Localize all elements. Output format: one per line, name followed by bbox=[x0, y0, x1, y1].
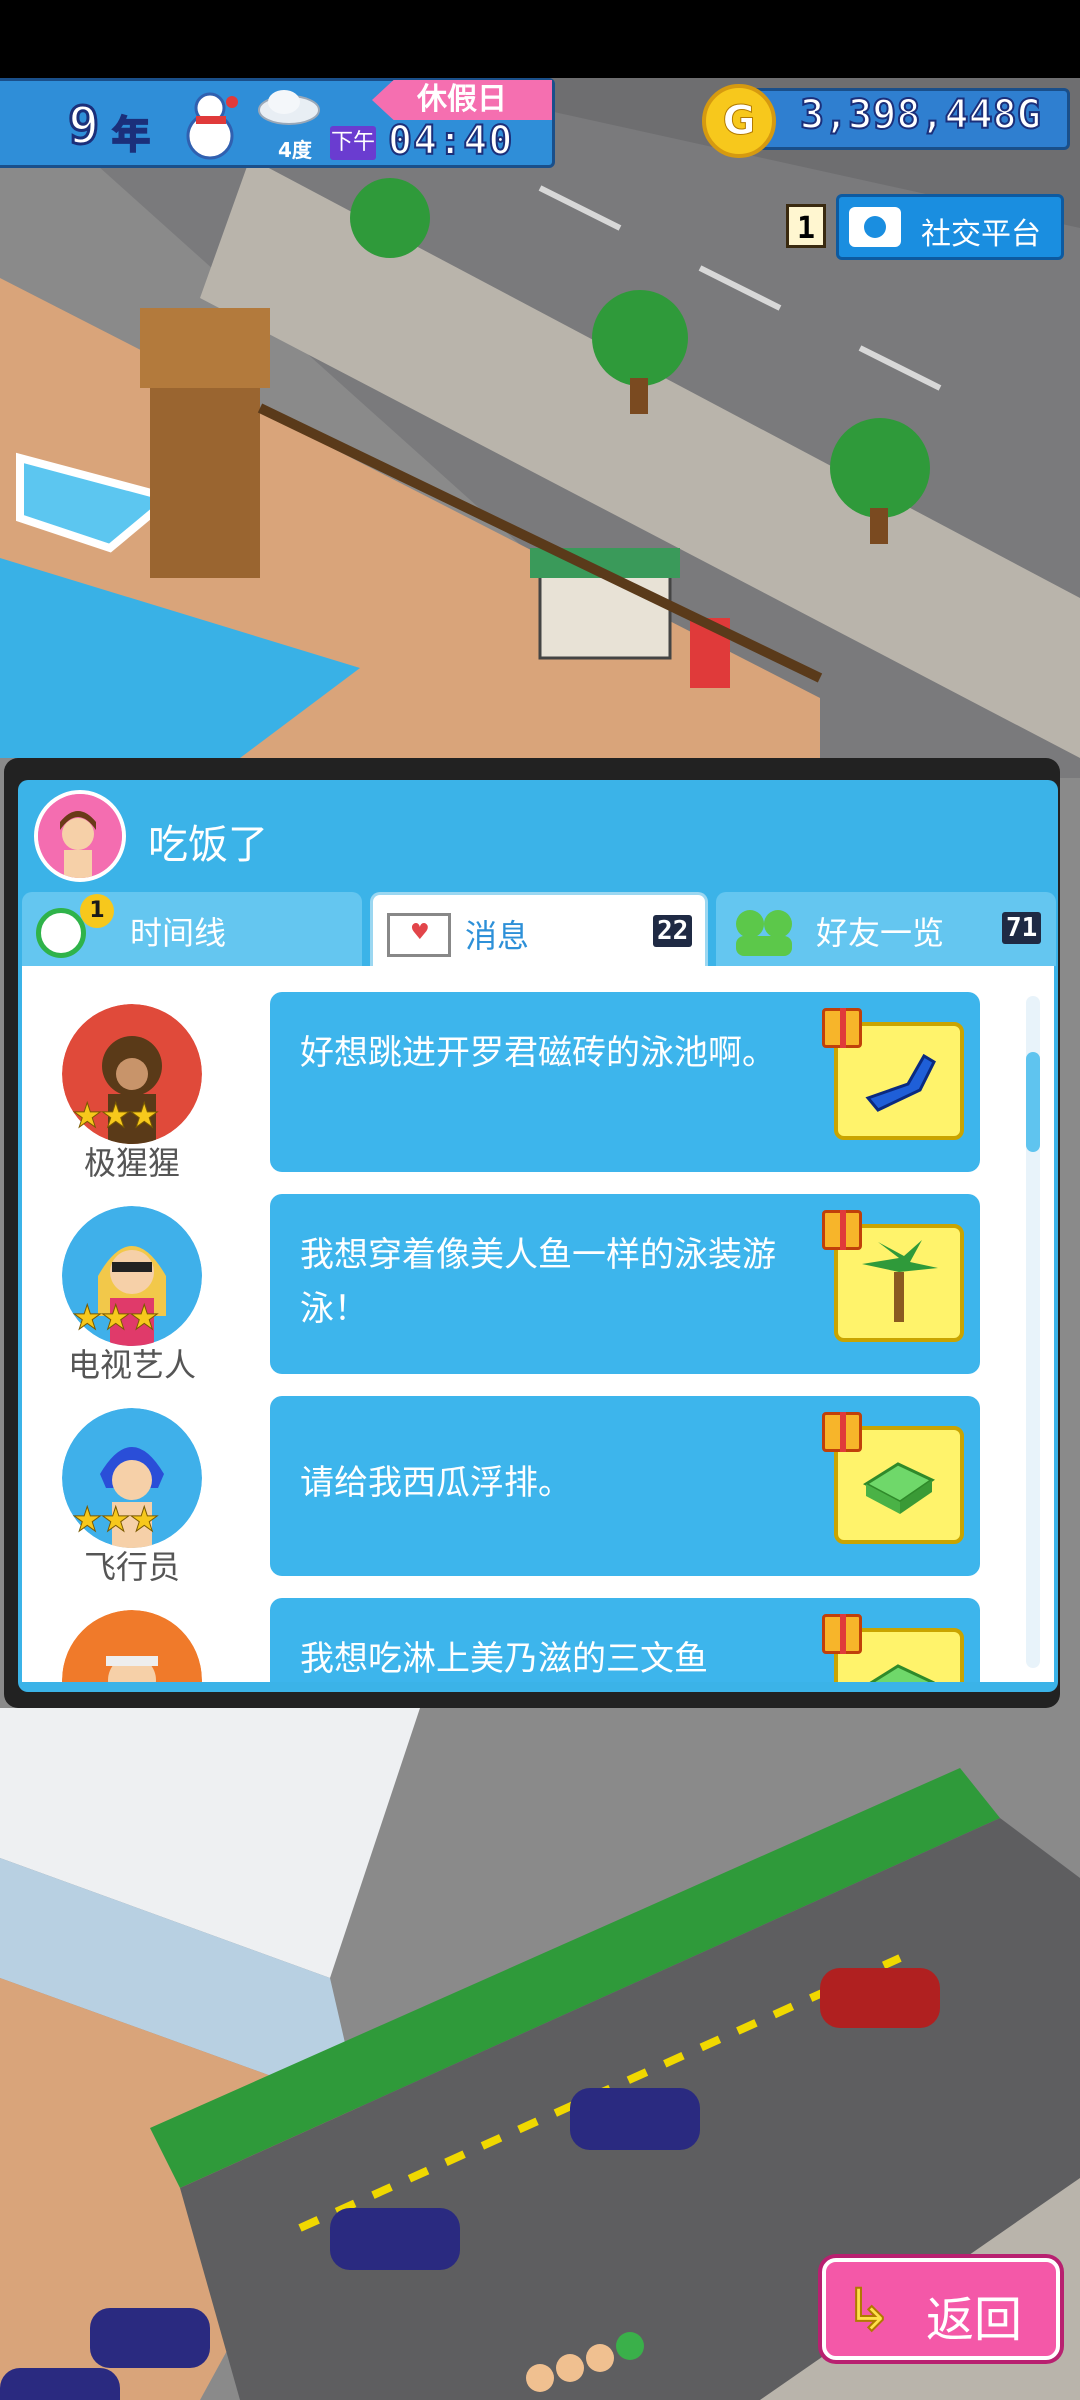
sender-name: 极猩猩 bbox=[83, 1144, 180, 1182]
tab-messages-count: 22 bbox=[653, 915, 693, 947]
gift-box-icon bbox=[822, 1210, 862, 1250]
panel-title: 吃饭了 bbox=[148, 822, 268, 868]
message-text: 请给我西瓜浮排。 bbox=[300, 1463, 572, 1503]
sender-name: 飞行员 bbox=[83, 1548, 180, 1586]
message-list[interactable]: ★★★ 极猩猩 好想跳进开罗君磁砖的泳池啊。 ★★★ 电视艺人 我想穿着像美人鱼… bbox=[22, 966, 1054, 1682]
list-item[interactable]: 我想吃淋上美乃滋的三文鱼 bbox=[22, 1598, 1022, 1682]
message-text: 我想穿着像美人鱼一样的泳装游泳！ bbox=[300, 1235, 776, 1329]
star-rating: ★★★ bbox=[71, 1500, 159, 1541]
back-button[interactable]: ↳ 返回 bbox=[822, 2258, 1060, 2360]
social-platform-button[interactable]: 社交平台 bbox=[836, 194, 1064, 260]
player-avatar bbox=[34, 790, 126, 882]
ampm-label: 下午 bbox=[330, 126, 376, 160]
list-item[interactable]: ★★★ 极猩猩 好想跳进开罗君磁砖的泳池啊。 bbox=[22, 992, 1022, 1192]
tab-timeline-label: 时间线 bbox=[130, 914, 227, 952]
tab-timeline[interactable]: 1 时间线 bbox=[22, 892, 362, 966]
tab-friends-list[interactable]: 好友一览 71 bbox=[716, 892, 1056, 966]
holiday-badge: 休假日 bbox=[372, 80, 552, 120]
list-item[interactable]: ★★★ 飞行员 请给我西瓜浮排。 bbox=[22, 1396, 1022, 1596]
year-unit: 年 bbox=[111, 112, 151, 158]
mail-icon bbox=[387, 913, 451, 957]
social-platform-label: 社交平台 bbox=[921, 217, 1041, 252]
star-rating: ★★★ bbox=[71, 1096, 159, 1137]
clock-icon bbox=[36, 908, 86, 958]
message-text: 我想吃淋上美乃滋的三文鱼 bbox=[300, 1639, 708, 1679]
gift-box-icon bbox=[822, 1614, 862, 1654]
temperature-label: 4度 bbox=[278, 138, 312, 162]
camera-icon bbox=[849, 207, 901, 247]
back-button-label: 返回 bbox=[926, 2292, 1023, 2348]
sender-name: 电视艺人 bbox=[67, 1346, 196, 1384]
clock-time: 04:40 bbox=[387, 117, 514, 165]
list-item[interactable]: ★★★ 电视艺人 我想穿着像美人鱼一样的泳装游泳！ bbox=[22, 1194, 1022, 1394]
tab-friends-count: 71 bbox=[1002, 912, 1042, 944]
cloud-weather-icon bbox=[256, 86, 322, 126]
message-text: 好想跳进开罗君磁砖的泳池啊。 bbox=[300, 1033, 776, 1073]
return-arrow-icon: ↳ bbox=[843, 2275, 894, 2345]
sender-avatar bbox=[62, 1610, 202, 1682]
scrollbar-thumb[interactable] bbox=[1026, 1052, 1040, 1152]
star-rating: ★★★ bbox=[71, 1298, 159, 1339]
snowman-icon bbox=[170, 86, 250, 162]
tab-messages-label: 消息 bbox=[465, 917, 530, 955]
gift-box-icon bbox=[822, 1412, 862, 1452]
friends-icon bbox=[736, 910, 792, 956]
tab-friends-label: 好友一览 bbox=[816, 914, 945, 952]
timeline-badge: 1 bbox=[80, 894, 114, 928]
gold-coin-icon: G bbox=[702, 84, 776, 158]
gold-amount: 3,398,448G bbox=[799, 91, 1042, 139]
gift-box-icon bbox=[822, 1008, 862, 1048]
social-notification-count: 1 bbox=[786, 204, 826, 248]
tab-messages[interactable]: 消息 22 bbox=[370, 892, 708, 966]
year-number: 9 bbox=[66, 95, 100, 158]
